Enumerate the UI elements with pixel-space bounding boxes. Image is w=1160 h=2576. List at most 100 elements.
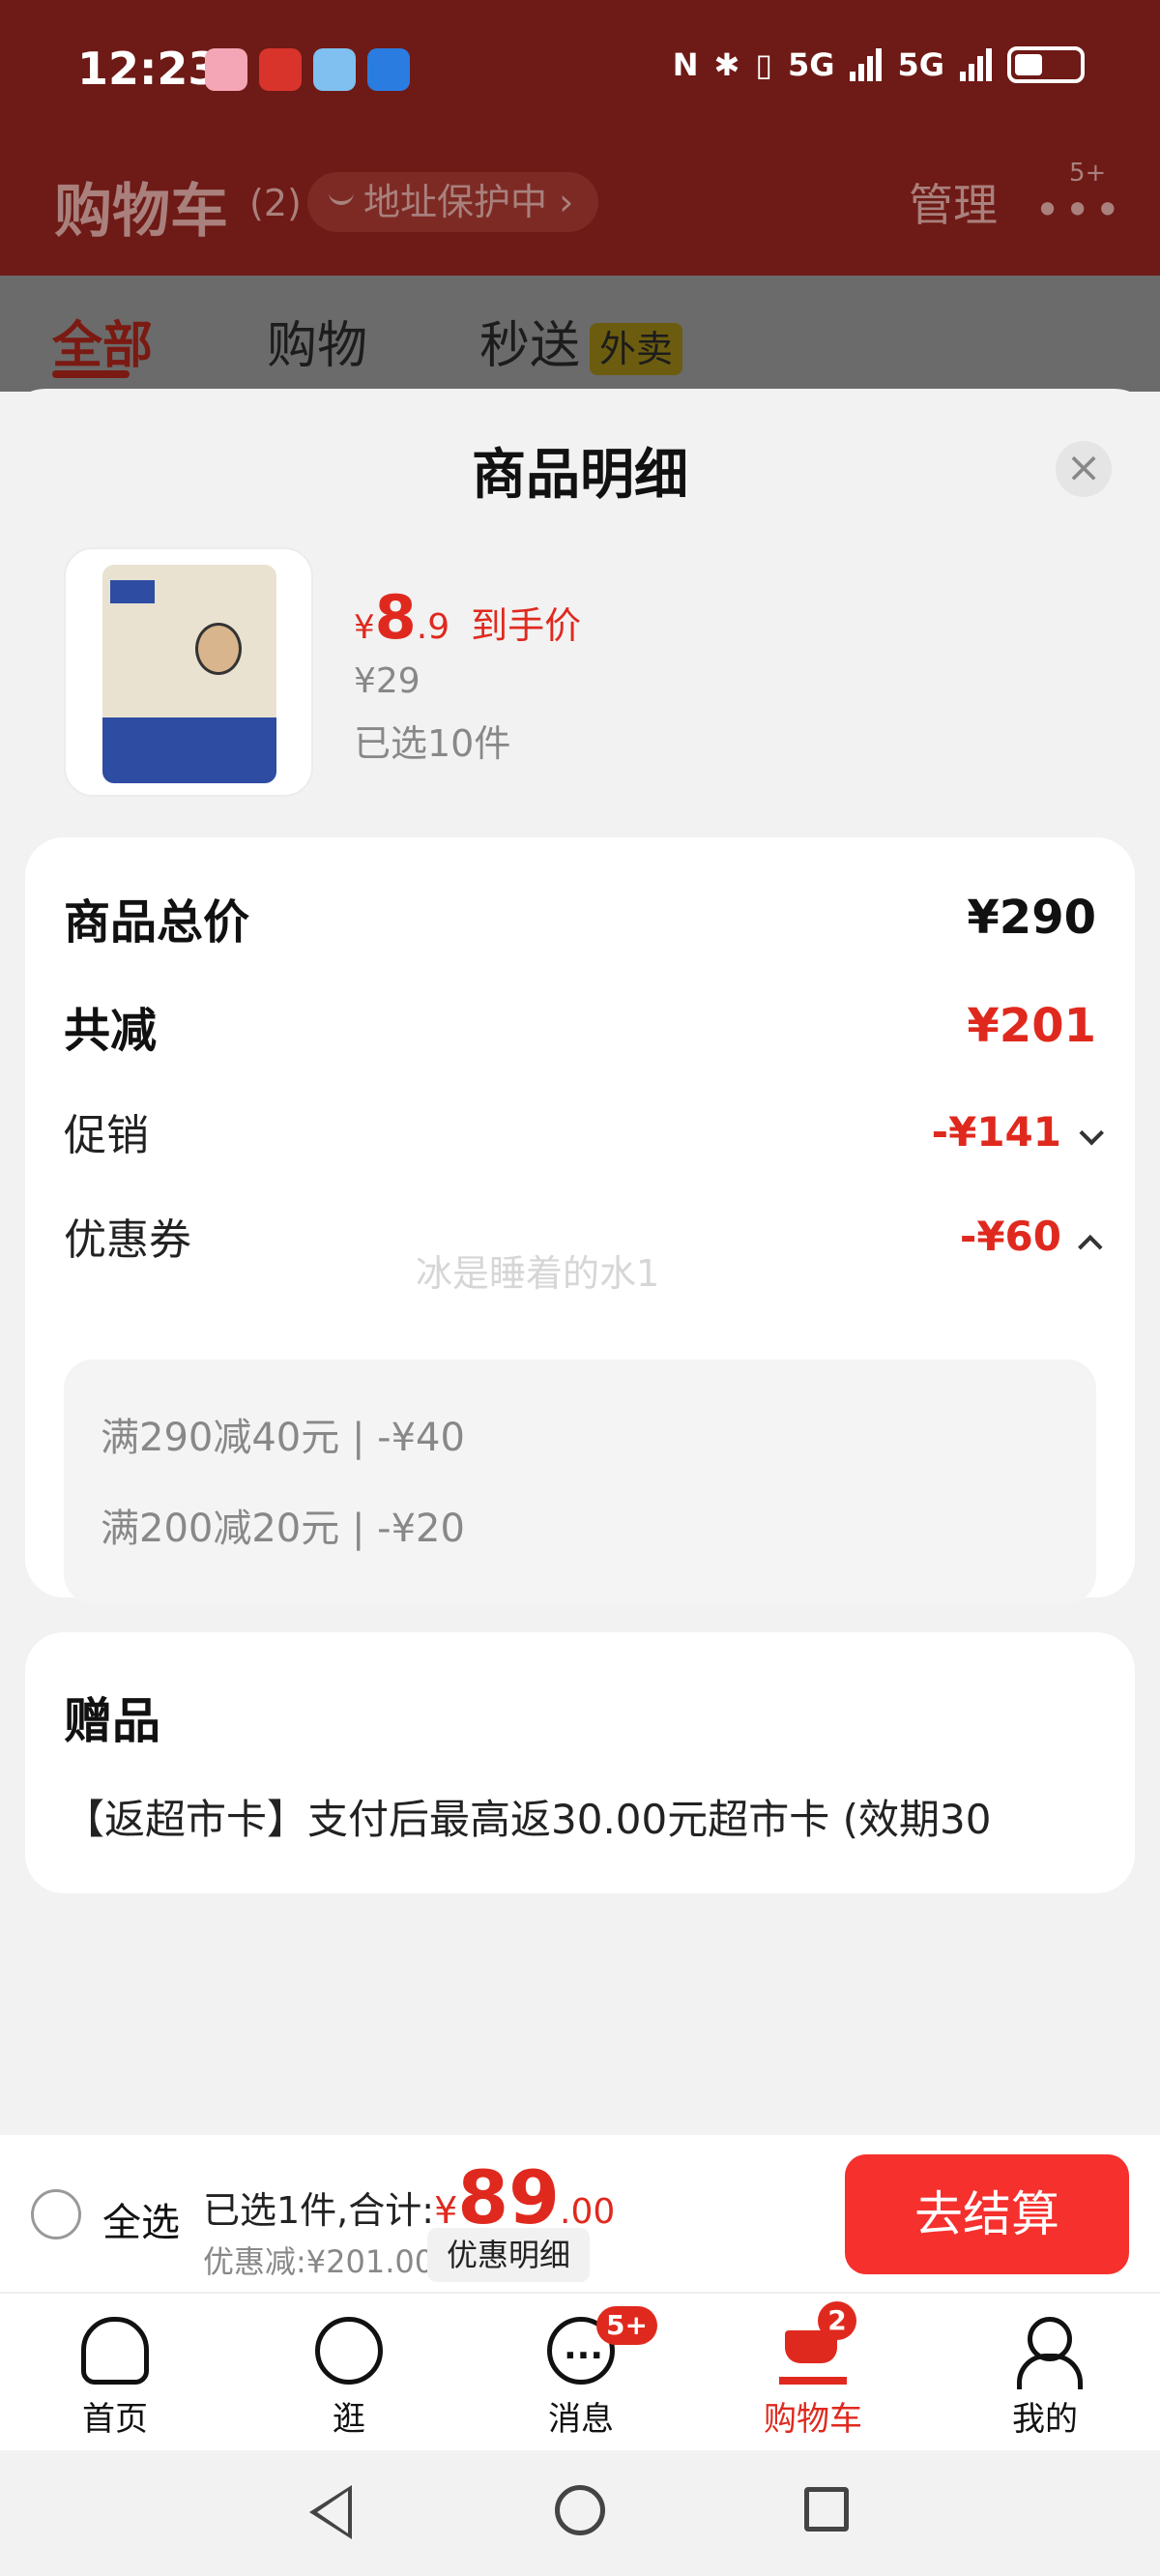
cheese-package-image	[102, 565, 276, 783]
app-notification-icon	[367, 48, 410, 91]
total-row: 商品总价 ¥290	[64, 884, 1096, 951]
system-nav-bar	[0, 2450, 1160, 2576]
cart-icon: 2	[779, 2301, 856, 2385]
nav-item-browse[interactable]: 逛	[276, 2317, 421, 2440]
bun-icon	[315, 2317, 383, 2385]
price-breakdown-card: 商品总价 ¥290 共减 ¥201 促销 -¥141 冰是睡着的水1 优惠券 -…	[25, 837, 1135, 1603]
takeout-tag: 外卖	[590, 323, 683, 375]
promo-value: -¥141	[931, 1107, 1061, 1156]
weather-icon	[313, 48, 356, 91]
profile-icon	[1011, 2317, 1083, 2389]
system-indicators: N ✱ ▯ 5G 5G	[673, 46, 1085, 83]
nav-item-home[interactable]: 首页	[43, 2317, 188, 2440]
address-protection-chip[interactable]: 地址保护中 ›	[307, 172, 599, 232]
signal-icon	[960, 48, 992, 81]
product-image[interactable]	[64, 547, 313, 797]
home-circle-icon[interactable]	[555, 2485, 605, 2535]
coupon-item: 满200减20元 | -¥20	[101, 1507, 465, 1551]
discount-amount: 优惠减:¥201.00	[203, 2243, 435, 2280]
network-label: 5G	[787, 46, 835, 83]
status-bar: 12:23 N ✱ ▯ 5G 5G	[0, 0, 1160, 145]
nav-label: 逛	[333, 2400, 365, 2439]
total-value: ¥290	[967, 891, 1096, 945]
battery-icon	[1007, 46, 1085, 83]
network-label: 5G	[897, 46, 944, 83]
tab-instant[interactable]: 秒送 外卖	[479, 305, 683, 377]
cart-badge: 2	[818, 2301, 856, 2340]
gift-title: 赠品	[64, 1693, 160, 1749]
reduce-row: 共减 ¥201	[64, 992, 1096, 1060]
nav-label: 首页	[82, 2400, 148, 2439]
nfc-icon: N	[672, 46, 699, 83]
price-tag: 到手价	[471, 604, 582, 647]
price-symbol: ¥	[354, 608, 375, 647]
nav-item-cart[interactable]: 2 购物车	[740, 2301, 885, 2440]
vibrate-icon: ▯	[755, 46, 772, 83]
total-decimal: .00	[560, 2192, 616, 2232]
status-time: 12:23	[77, 43, 219, 95]
page-title: 购物车	[54, 178, 228, 246]
back-icon[interactable]	[309, 2485, 352, 2539]
promo-row[interactable]: 促销 -¥141	[64, 1100, 1104, 1162]
nav-item-messages[interactable]: 5+ 消息	[508, 2306, 657, 2440]
promo-value-wrap: -¥141	[931, 1107, 1104, 1156]
select-all-label[interactable]: 全选	[102, 2191, 180, 2247]
summary-prefix: 已选1件,合计:	[203, 2189, 435, 2232]
price-integer: 8	[374, 582, 417, 653]
promo-label: 促销	[64, 1111, 149, 1160]
coupon-detail-box: 满290减40元 | -¥40 满200减20元 | -¥20	[64, 1360, 1096, 1603]
cart-header: 购物车 (2) 地址保护中 › 管理 ••• 5+	[0, 145, 1160, 276]
more-icon[interactable]: •••	[1034, 184, 1124, 236]
nav-label: 消息	[548, 2400, 614, 2439]
brand-logo	[110, 580, 155, 603]
bottom-nav: 首页 逛 5+ 消息 2 购物车 我的	[0, 2292, 1160, 2450]
message-icon: 5+	[547, 2306, 657, 2385]
price-decimal: .9	[416, 607, 450, 647]
select-all-checkbox[interactable]	[31, 2189, 81, 2239]
home-icon	[81, 2317, 149, 2385]
close-button[interactable]: ×	[1056, 441, 1112, 497]
bluetooth-icon: ✱	[713, 46, 740, 83]
final-price: ¥8.9 到手价	[354, 582, 581, 653]
app-notification-icon	[205, 48, 247, 91]
signal-icon	[850, 48, 883, 81]
coupon-row[interactable]: 优惠券 -¥60	[64, 1205, 1103, 1267]
product-detail-sheet: 商品明细 × ¥8.9 到手价 ¥29 已选10件 商品总价 ¥290 共减 ¥2…	[0, 389, 1160, 2135]
total-label: 商品总价	[64, 895, 250, 950]
manage-button[interactable]: 管理	[909, 170, 998, 234]
more-badge: 5+	[1069, 159, 1107, 188]
tab-underline	[52, 370, 130, 378]
selected-quantity: 已选10件	[354, 722, 511, 765]
coupon-item: 满290减40元 | -¥40	[101, 1416, 465, 1460]
nav-label: 我的	[1012, 2400, 1078, 2439]
chevron-up-icon[interactable]	[1078, 1234, 1103, 1259]
nav-label: 购物车	[764, 2400, 862, 2439]
recent-apps-icon[interactable]	[804, 2487, 849, 2532]
reduce-value: ¥201	[967, 999, 1096, 1053]
sheet-title: 商品明细	[472, 444, 688, 507]
tab-instant-label: 秒送	[479, 317, 581, 375]
notification-icons	[205, 48, 410, 91]
total-symbol: ¥	[434, 2189, 458, 2232]
gift-description: 【返超市卡】支付后最高返30.00元超市卡 (效期30	[64, 1796, 992, 1843]
coupon-label: 优惠券	[64, 1215, 191, 1265]
discount-detail-button[interactable]: 优惠明细	[427, 2228, 591, 2282]
coupon-value: -¥60	[959, 1212, 1061, 1260]
address-chip-label: 地址保护中	[363, 181, 548, 223]
tab-shopping[interactable]: 购物	[267, 305, 367, 377]
checkout-button[interactable]: 去结算	[845, 2154, 1129, 2274]
gift-card: 赠品 【返超市卡】支付后最高返30.00元超市卡 (效期30	[25, 1632, 1135, 1893]
tab-all[interactable]: 全部	[52, 305, 153, 377]
chevron-down-icon[interactable]	[1079, 1120, 1104, 1145]
cart-tabs: 全部 购物 秒送 外卖	[0, 276, 1160, 392]
message-badge: 5+	[596, 2306, 657, 2345]
cart-count: (2)	[249, 182, 302, 224]
coupon-value-wrap: -¥60	[959, 1212, 1103, 1260]
mascot-icon	[195, 623, 242, 675]
smile-icon	[329, 191, 354, 205]
app-notification-icon	[259, 48, 302, 91]
original-price: ¥29	[354, 661, 420, 701]
nav-item-me[interactable]: 我的	[972, 2317, 1117, 2440]
reduce-label: 共减	[64, 1004, 158, 1058]
checkout-bar: 全选 已选1件,合计:¥89.00 优惠减:¥201.00 优惠明细 去结算	[0, 2135, 1160, 2292]
